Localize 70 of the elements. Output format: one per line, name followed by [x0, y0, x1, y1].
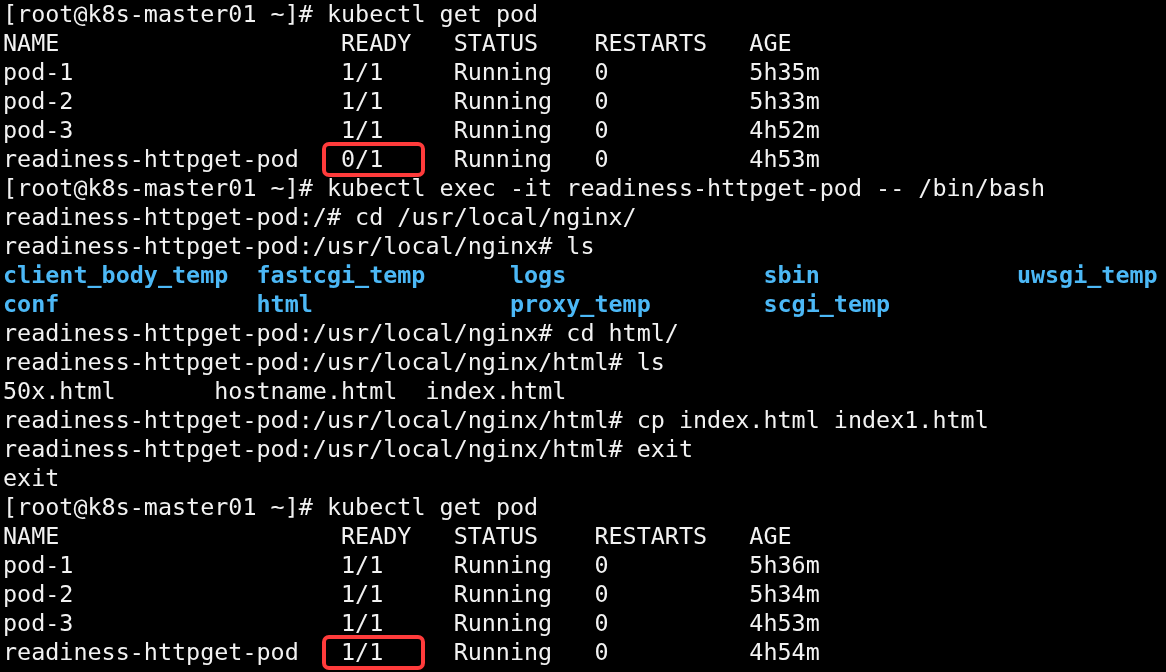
directory-name: fastcgi_temp: [256, 261, 426, 289]
table-cell: 1/1: [340, 87, 384, 116]
table-cell: NAME: [3, 522, 60, 551]
table-cell: Running: [453, 638, 553, 667]
table-cell: 1/1: [340, 58, 384, 87]
table-cell: 1/1: [340, 116, 384, 145]
table-cell: 4h54m: [749, 638, 820, 667]
table-cell: pod-1: [3, 551, 74, 580]
directory-name: proxy_temp: [509, 290, 651, 318]
table-cell: Running: [453, 87, 553, 116]
table-cell: STATUS: [453, 29, 539, 58]
table-cell: Running: [453, 551, 553, 580]
table-cell: readiness-httpget-pod: [3, 638, 299, 667]
terminal-line: readiness-httpget-pod:/usr/local/nginx/html# ls: [3, 348, 665, 377]
table-cell: 0: [594, 116, 609, 145]
table-cell: STATUS: [453, 522, 539, 551]
table-cell: 5h35m: [749, 58, 820, 87]
table-cell: 1/1: [340, 638, 384, 667]
table-cell: 0: [594, 145, 609, 174]
terminal-line: readiness-httpget-pod:/# cd /usr/local/nginx/: [3, 203, 637, 232]
table-cell: pod-3: [3, 609, 74, 638]
table-cell: 1/1: [340, 609, 384, 638]
table-cell: 4h53m: [749, 145, 820, 174]
table-cell: 0: [594, 58, 609, 87]
table-cell: 5h33m: [749, 87, 820, 116]
table-cell: 0: [594, 87, 609, 116]
table-cell: 4h52m: [749, 116, 820, 145]
table-cell: 0/1: [340, 145, 384, 174]
table-cell: Running: [453, 145, 553, 174]
table-cell: readiness-httpget-pod: [3, 145, 299, 174]
terminal-line: readiness-httpget-pod:/usr/local/nginx# ls: [3, 232, 595, 261]
table-cell: 4h53m: [749, 609, 820, 638]
directory-name: logs: [509, 261, 567, 289]
table-cell: 0: [594, 638, 609, 667]
table-cell: NAME: [3, 29, 60, 58]
directory-name: scgi_temp: [763, 290, 891, 318]
terminal-line: [root@k8s-master01 ~]# kubectl exec -it readiness-httpget-pod -- /bin/bash: [3, 174, 1046, 203]
terminal-line: [root@k8s-master01 ~]# kubectl get pod: [3, 493, 539, 522]
terminal-line: readiness-httpget-pod:/usr/local/nginx/html# exit: [3, 435, 694, 464]
table-cell: Running: [453, 116, 553, 145]
terminal-line: exit: [3, 464, 60, 493]
table-cell: RESTARTS: [594, 522, 708, 551]
table-cell: 0: [594, 580, 609, 609]
table-cell: 1/1: [340, 551, 384, 580]
table-cell: pod-2: [3, 87, 74, 116]
table-cell: AGE: [749, 29, 792, 58]
table-cell: READY: [340, 29, 412, 58]
table-cell: Running: [453, 580, 553, 609]
directory-name: conf: [3, 290, 60, 318]
table-cell: Running: [453, 58, 553, 87]
table-cell: 1/1: [340, 580, 384, 609]
terminal-line: readiness-httpget-pod:/usr/local/nginx/html# cp index.html index1.html: [3, 406, 989, 435]
directory-name: html: [256, 290, 313, 318]
table-cell: 5h34m: [749, 580, 820, 609]
table-cell: AGE: [749, 522, 792, 551]
directory-name: uwsgi_temp: [1016, 261, 1158, 289]
terminal-line: [root@k8s-master01 ~]# kubectl get pod: [3, 0, 539, 29]
table-cell: READY: [340, 522, 412, 551]
table-cell: RESTARTS: [594, 29, 708, 58]
table-cell: pod-2: [3, 580, 74, 609]
table-cell: pod-1: [3, 58, 74, 87]
table-cell: 0: [594, 609, 609, 638]
terminal-line: 50x.html hostname.html index.html: [3, 377, 567, 406]
table-cell: Running: [453, 609, 553, 638]
directory-name: sbin: [763, 261, 820, 289]
table-cell: pod-3: [3, 116, 74, 145]
terminal-line: readiness-httpget-pod:/usr/local/nginx# cd html/: [3, 319, 679, 348]
directory-name: client_body_temp: [3, 261, 229, 289]
table-cell: 5h36m: [749, 551, 820, 580]
table-cell: 0: [594, 551, 609, 580]
